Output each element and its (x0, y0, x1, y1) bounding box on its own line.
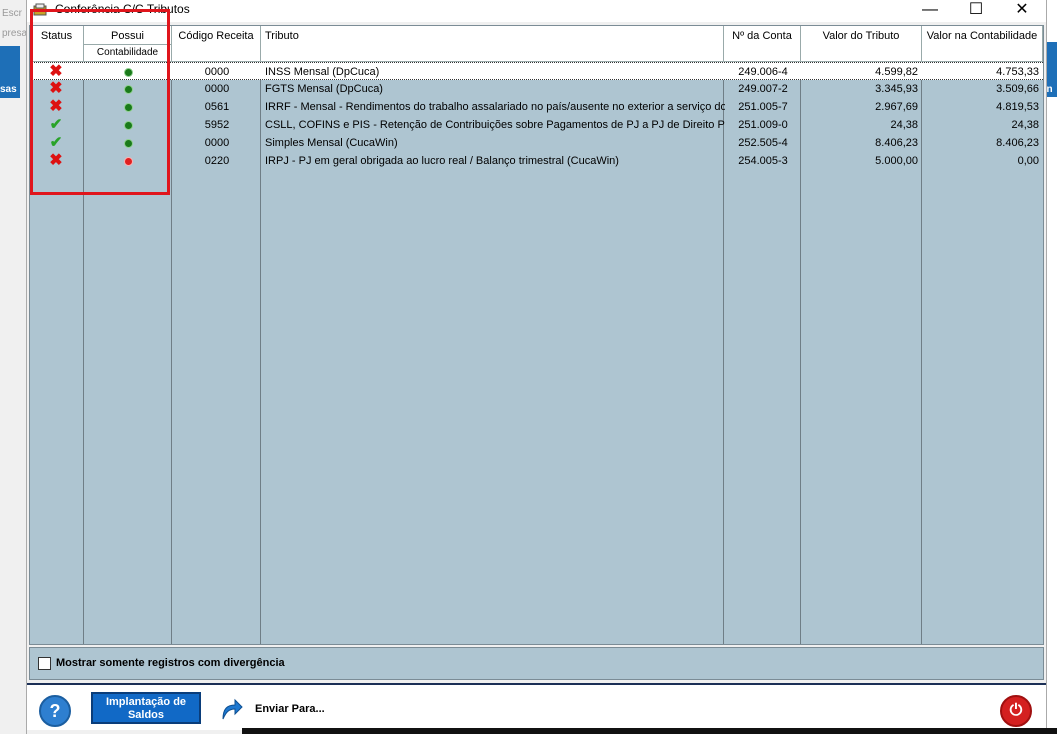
codigo-cell: 0561 (204, 101, 230, 113)
valor-contabilidade-cell: 24,38 (1011, 119, 1039, 131)
tributo-cell: FGTS Mensal (DpCuca) (265, 83, 383, 95)
valor-contabilidade-cell: 3.509,66 (996, 83, 1039, 95)
tributo-cell: Simples Mensal (CucaWin) (265, 137, 398, 149)
valor-tributo-cell: 3.345,93 (875, 83, 918, 95)
valor-tributo-cell: 8.406,23 (875, 137, 918, 149)
table-row[interactable]: ✖ 0000 FGTS Mensal (DpCuca) 249.007-2 3.345,… (30, 80, 1043, 98)
table-row[interactable]: ✖ 0561 IRRF - Mensal - Rendimentos do trab… (30, 98, 1043, 116)
table-row[interactable]: ✖ 0220 IRPJ - PJ em geral obrigada ao lucr… (30, 152, 1043, 170)
col-header-conta[interactable]: Nº da Conta (724, 26, 801, 62)
power-icon[interactable]: ⏻ (1000, 695, 1032, 727)
codigo-cell: 0000 (204, 83, 230, 95)
help-button[interactable]: ? (39, 695, 71, 727)
conta-cell: 249.006-4 (738, 66, 788, 78)
codigo-cell: 0000 (204, 137, 230, 149)
col-header-contabilidade-label: Valor na Contabilidade (926, 30, 1038, 42)
filter-panel: Mostrar somente registros com divergênci… (29, 647, 1044, 680)
valor-tributo-cell: 24,38 (890, 119, 918, 131)
enviar-para-button[interactable]: Enviar Para... (255, 703, 325, 715)
table-row[interactable]: ✔ 0000 Simples Mensal (CucaWin) 252.505-4 8.… (30, 134, 1043, 152)
table-row[interactable]: ✖ 0000 INSS Mensal (DpCuca) 249.006-4 4.599,… (30, 62, 1043, 80)
title-bar[interactable]: Conferência C/C Tributos — ☐ ✕ (27, 0, 1046, 22)
conta-cell: 251.009-0 (738, 119, 788, 131)
divergence-checkbox-label[interactable]: Mostrar somente registros com divergênci… (56, 657, 285, 669)
codigo-cell: 0220 (204, 155, 230, 167)
col-header-contabilidade[interactable]: Valor na Contabilidade (922, 26, 1043, 62)
col-header-tributo[interactable]: Tributo (261, 26, 724, 62)
valor-tributo-cell: 5.000,00 (875, 155, 918, 167)
col-header-codigo-label: Código Receita (178, 30, 254, 42)
table-row[interactable]: ✔ 5952 CSLL, COFINS e PIS - Retenção de Co… (30, 116, 1043, 134)
maximize-button[interactable]: ☐ (953, 0, 999, 22)
background-ribbon-left: sas (0, 46, 20, 98)
bottom-toolbar: ? Implantação de Saldos Enviar Para... ⏻ (27, 683, 1046, 730)
conta-cell: 249.007-2 (738, 83, 788, 95)
valor-contabilidade-cell: 4.753,33 (996, 66, 1039, 78)
tributo-cell: CSLL, COFINS e PIS - Retenção de Contrib… (265, 119, 725, 131)
background-text-2: presa (2, 28, 28, 39)
valor-contabilidade-cell: 8.406,23 (996, 137, 1039, 149)
valor-tributo-cell: 2.967,69 (875, 101, 918, 113)
tributos-grid[interactable]: Status Possui Contabilidade Código Recei… (29, 25, 1044, 645)
col-header-valor[interactable]: Valor do Tributo (801, 26, 922, 62)
codigo-cell: 0000 (204, 66, 230, 78)
valor-tributo-cell: 4.599,82 (875, 66, 918, 78)
conta-cell: 254.005-3 (738, 155, 788, 167)
col-header-valor-label: Valor do Tributo (822, 30, 900, 42)
dialog-window: Conferência C/C Tributos — ☐ ✕ Status Po… (26, 0, 1047, 734)
background-app-left: Escr presa sas (0, 0, 28, 734)
divergence-checkbox[interactable] (38, 657, 51, 670)
valor-contabilidade-cell: 0,00 (1017, 155, 1039, 167)
highlight-annotation-box (30, 9, 170, 195)
tributo-cell: IRPJ - PJ em geral obrigada ao lucro rea… (265, 155, 619, 167)
taskbar-strip (242, 728, 1057, 734)
codigo-cell: 5952 (204, 119, 230, 131)
conta-cell: 252.505-4 (738, 137, 788, 149)
background-text-1: Escr (2, 8, 22, 19)
send-arrow-icon[interactable] (219, 697, 243, 721)
tributo-cell: IRRF - Mensal - Rendimentos do trabalho … (265, 101, 725, 113)
col-header-conta-label: Nº da Conta (732, 30, 792, 42)
tributo-cell: INSS Mensal (DpCuca) (265, 66, 380, 78)
minimize-button[interactable]: — (907, 0, 953, 22)
col-header-codigo[interactable]: Código Receita (172, 26, 261, 62)
valor-contabilidade-cell: 4.819,53 (996, 101, 1039, 113)
close-button[interactable]: ✕ (999, 0, 1045, 22)
background-text-3: sas (0, 84, 17, 95)
implantacao-saldos-button[interactable]: Implantação de Saldos (91, 692, 201, 724)
col-header-tributo-label: Tributo (265, 30, 299, 42)
conta-cell: 251.005-7 (738, 101, 788, 113)
